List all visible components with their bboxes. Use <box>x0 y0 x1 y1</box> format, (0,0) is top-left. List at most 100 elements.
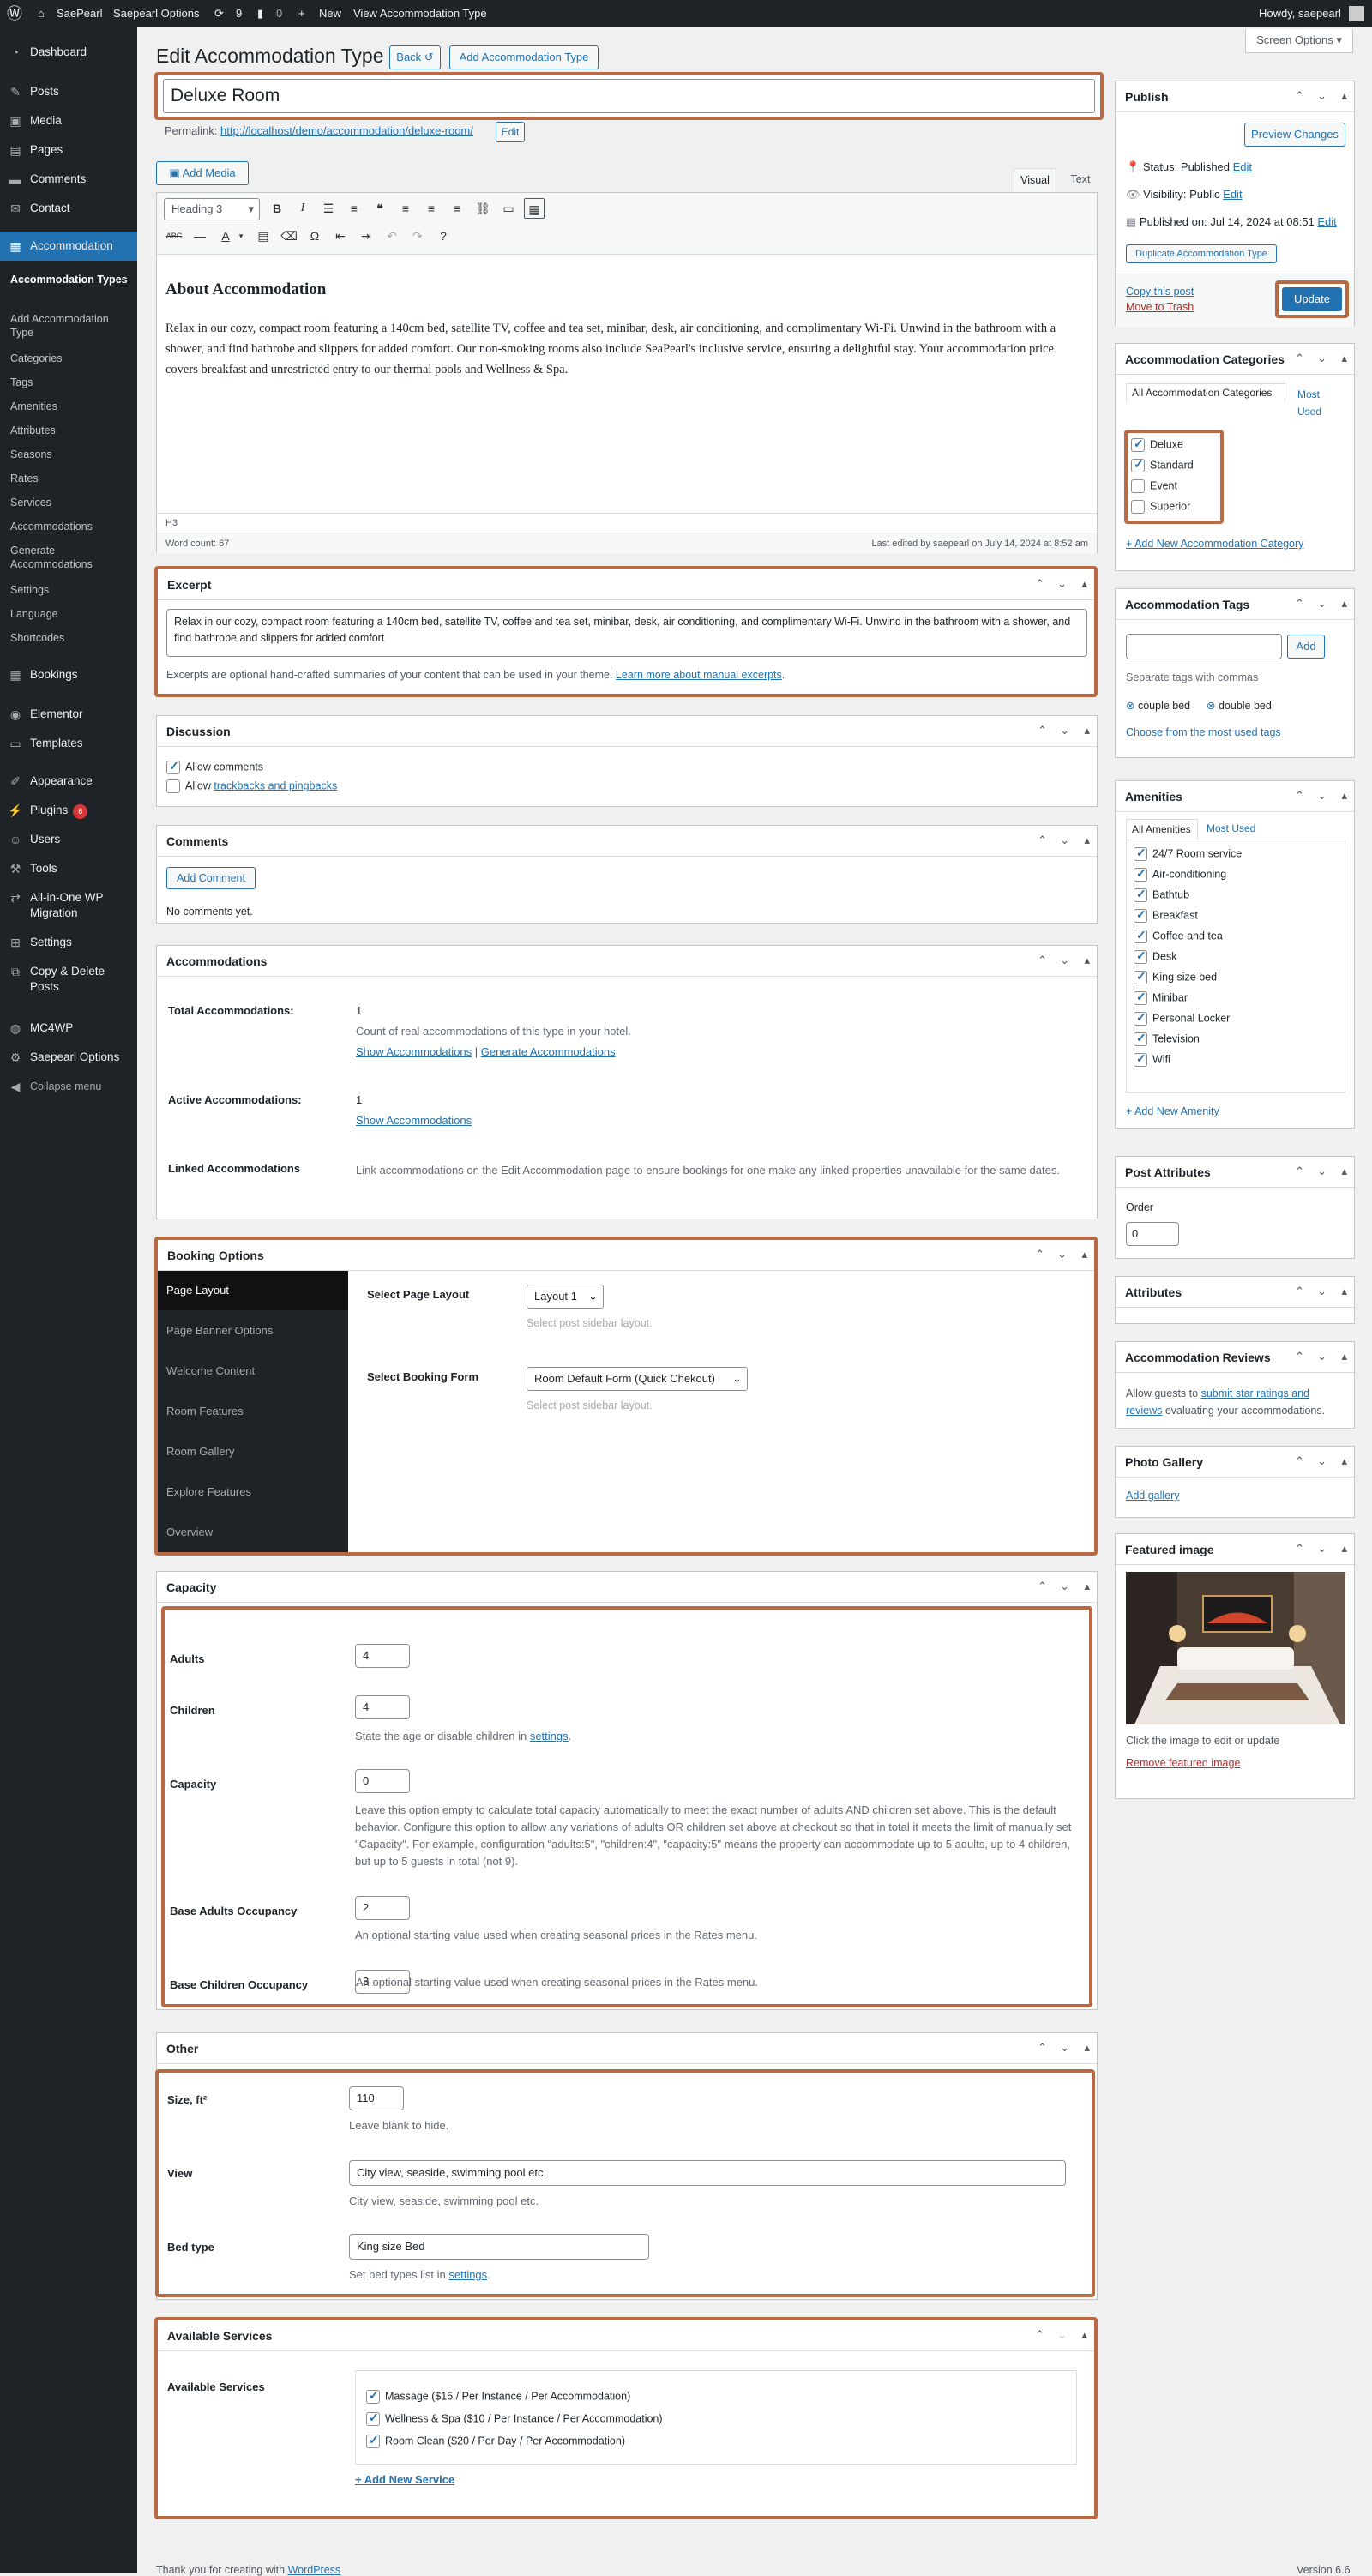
submenu-shortcodes[interactable]: Shortcodes <box>10 631 130 645</box>
toggle-arrow-icon[interactable]: ▴ <box>1084 954 1090 967</box>
toggle-arrow-icon[interactable]: ▴ <box>1341 1542 1347 1556</box>
tab-all-amenities[interactable]: All Amenities <box>1126 819 1198 840</box>
submenu-add-accommodation-type[interactable]: Add Accommodation Type <box>10 312 130 340</box>
undo-icon[interactable]: ↶ <box>382 226 402 246</box>
submenu-generate-accommodations[interactable]: Generate Accommodations <box>10 544 130 571</box>
add-amenity-link[interactable]: + Add New Amenity <box>1126 1105 1219 1117</box>
tab-explore-features[interactable]: Explore Features <box>158 1472 348 1512</box>
chevron-up-icon[interactable]: ⌃ <box>1295 1542 1304 1556</box>
bullet-list-icon[interactable]: ☰ <box>318 198 339 219</box>
amenity-checkbox[interactable] <box>1134 1031 1147 1046</box>
toggle-arrow-icon[interactable]: ▴ <box>1081 577 1087 591</box>
chevron-down-icon[interactable]: ⌄ <box>1317 597 1327 611</box>
back-button[interactable]: Back ↺ <box>389 45 441 69</box>
category-checkbox[interactable] <box>1131 479 1145 493</box>
comments-count[interactable]: 0 <box>276 0 282 27</box>
toggle-arrow-icon[interactable]: ▴ <box>1081 2328 1087 2342</box>
horizontal-line-icon[interactable]: — <box>190 226 210 246</box>
show-accommodations-link[interactable]: Show Accommodations <box>356 1045 472 1058</box>
amenity-checkbox[interactable] <box>1134 1010 1147 1026</box>
submenu-settings[interactable]: Settings <box>10 583 130 597</box>
remove-tag-icon[interactable]: ⊗ <box>1207 700 1215 712</box>
allow-comments-checkbox[interactable] <box>166 759 180 774</box>
amenity-checkbox[interactable] <box>1134 969 1147 984</box>
submenu-services[interactable]: Services <box>10 496 130 509</box>
submenu-accommodations[interactable]: Accommodations <box>10 520 130 533</box>
chevron-down-icon[interactable]: ⌄ <box>1317 352 1327 365</box>
redo-icon[interactable]: ↷ <box>407 226 428 246</box>
chevron-down-icon[interactable]: ⌄ <box>1060 1580 1069 1593</box>
submenu-amenities[interactable]: Amenities <box>10 400 130 413</box>
chevron-down-icon[interactable]: ⌄ <box>1057 1248 1067 1261</box>
align-left-icon[interactable]: ≡ <box>395 198 416 219</box>
screen-options-button[interactable]: Screen Options ▾ <box>1245 29 1353 53</box>
update-button[interactable]: Update <box>1282 287 1342 311</box>
excerpt-textarea[interactable]: Relax in our cozy, compact room featurin… <box>166 609 1087 657</box>
outdent-icon[interactable]: ⇤ <box>330 226 351 246</box>
toggle-arrow-icon[interactable]: ▴ <box>1341 1350 1347 1363</box>
preview-changes-button[interactable]: Preview Changes <box>1244 123 1345 147</box>
adults-input[interactable]: 4 <box>355 1644 410 1668</box>
content-body[interactable]: Relax in our cozy, compact room featurin… <box>165 318 1083 380</box>
submenu-categories[interactable]: Categories <box>10 352 130 365</box>
generate-accommodations-link[interactable]: Generate Accommodations <box>481 1045 616 1058</box>
visibility-edit-link[interactable]: Edit <box>1223 188 1242 201</box>
trackbacks-link[interactable]: trackbacks and pingbacks <box>214 779 337 791</box>
toggle-arrow-icon[interactable]: ▴ <box>1341 1285 1347 1298</box>
special-character-icon[interactable]: Ω <box>304 226 325 246</box>
submenu-language[interactable]: Language <box>10 607 130 621</box>
toggle-arrow-icon[interactable]: ▴ <box>1341 789 1347 803</box>
tab-most-used-amenities[interactable]: Most Used <box>1207 822 1255 834</box>
tab-page-layout[interactable]: Page Layout <box>158 1271 348 1310</box>
blockquote-icon[interactable]: ❝ <box>370 198 390 219</box>
chevron-up-icon[interactable]: ⌃ <box>1038 2041 1047 2055</box>
wordpress-logo-icon[interactable]: Ⓦ <box>7 0 22 27</box>
service-checkbox[interactable] <box>366 2410 380 2426</box>
permalink-edit-button[interactable]: Edit <box>496 122 525 142</box>
children-input[interactable]: 4 <box>355 1695 410 1719</box>
chevron-up-icon[interactable]: ⌃ <box>1295 597 1304 611</box>
permalink-link[interactable]: http://localhost/demo/accommodation/delu… <box>220 124 473 137</box>
chevron-down-icon[interactable]: ⌄ <box>1317 1165 1327 1178</box>
align-right-icon[interactable]: ≡ <box>447 198 467 219</box>
chevron-up-icon[interactable]: ⌃ <box>1035 577 1044 591</box>
new-link[interactable]: New <box>319 0 341 27</box>
chevron-down-icon[interactable]: ⌄ <box>1317 1350 1327 1363</box>
chevron-up-icon[interactable]: ⌃ <box>1295 89 1304 103</box>
excerpt-learn-more-link[interactable]: Learn more about manual excerpts <box>616 669 782 681</box>
submenu-accommodation-types[interactable]: Accommodation Types <box>10 273 130 286</box>
children-settings-link[interactable]: settings <box>530 1730 569 1742</box>
amenity-checkbox[interactable] <box>1134 928 1147 943</box>
category-checkbox[interactable] <box>1131 436 1145 452</box>
submenu-rates[interactable]: Rates <box>10 472 130 485</box>
chevron-down-icon[interactable]: ⌄ <box>1060 954 1069 967</box>
amenity-checkbox[interactable] <box>1134 907 1147 923</box>
duplicate-button[interactable]: Duplicate Accommodation Type <box>1126 244 1277 263</box>
comments-icon[interactable]: ▮ <box>257 0 263 27</box>
amenity-checkbox[interactable] <box>1134 866 1147 882</box>
chevron-up-icon[interactable]: ⌃ <box>1038 954 1047 967</box>
base-adults-input[interactable]: 2 <box>355 1896 410 1920</box>
published-edit-link[interactable]: Edit <box>1317 215 1336 228</box>
chevron-down-icon[interactable]: ⌄ <box>1317 89 1327 103</box>
clear-formatting-icon[interactable]: ⌫ <box>279 226 299 246</box>
chevron-down-icon[interactable]: ⌄ <box>1317 1454 1327 1468</box>
add-gallery-link[interactable]: Add gallery <box>1126 1490 1180 1502</box>
italic-icon[interactable]: I <box>292 198 313 219</box>
add-media-button[interactable]: ▣ Add Media <box>156 161 249 185</box>
capacity-input[interactable]: 0 <box>355 1769 410 1793</box>
tab-most-used-categories[interactable]: Most Used <box>1126 383 1345 420</box>
link-icon[interactable]: ⛓ <box>472 198 493 219</box>
chevron-up-icon[interactable]: ⌃ <box>1038 834 1047 847</box>
chevron-up-icon[interactable]: ⌃ <box>1035 2328 1044 2342</box>
move-to-trash-link[interactable]: Move to Trash <box>1126 301 1194 313</box>
menu-accommodation[interactable]: ▦ Accommodation <box>0 232 137 261</box>
indent-icon[interactable]: ⇥ <box>356 226 376 246</box>
submenu-attributes[interactable]: Attributes <box>10 424 130 437</box>
tag-input[interactable] <box>1126 634 1282 659</box>
avatar[interactable] <box>1349 6 1364 21</box>
bed-settings-link[interactable]: settings <box>448 2268 487 2281</box>
service-checkbox[interactable] <box>366 2388 380 2404</box>
featured-image[interactable] <box>1126 1572 1345 1724</box>
add-accommodation-type-button[interactable]: Add Accommodation Type <box>449 45 599 69</box>
